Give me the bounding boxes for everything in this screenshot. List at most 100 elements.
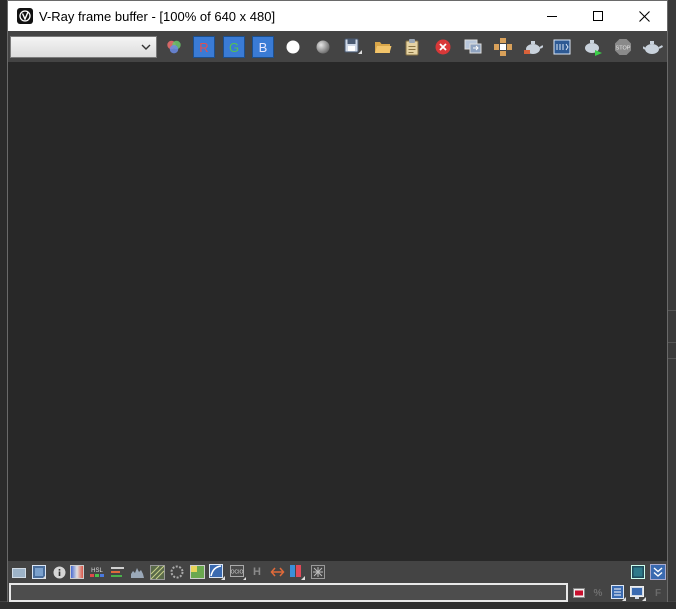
color-correction-button[interactable] xyxy=(163,36,185,58)
duplicate-to-mtl-editor-icon xyxy=(405,39,419,56)
title-bar[interactable]: V-Ray frame buffer - [100% of 640 x 480] xyxy=(8,1,667,31)
view-green-channel-button[interactable]: G xyxy=(223,36,245,58)
image-info-icon xyxy=(31,564,46,579)
f-icon: F xyxy=(654,587,662,599)
desktop-edge-right xyxy=(668,0,676,609)
view-green-channel-icon: G xyxy=(228,39,240,55)
minimize-button[interactable] xyxy=(529,1,575,31)
color-curve-button[interactable] xyxy=(209,564,225,580)
pixel-info-button[interactable] xyxy=(310,564,326,580)
percent-button[interactable]: % xyxy=(590,585,606,601)
region-render-button[interactable] xyxy=(492,36,514,58)
flag-button[interactable] xyxy=(571,585,587,601)
stop-render-icon: STOP xyxy=(615,39,631,55)
window-title: V-Ray frame buffer - [100% of 640 x 480] xyxy=(39,8,276,24)
svg-text:OCIO: OCIO xyxy=(231,570,244,576)
ocio-icon: OCIO xyxy=(230,565,246,580)
expand-icon xyxy=(653,567,663,577)
list-button[interactable] xyxy=(610,585,626,601)
h-button[interactable]: H xyxy=(249,564,265,580)
expand-button[interactable] xyxy=(650,564,666,580)
view-red-channel-icon: R xyxy=(199,39,209,55)
monochrome-icon xyxy=(316,40,330,54)
color-correction-icon xyxy=(167,40,181,54)
color-levels-button[interactable] xyxy=(69,564,85,580)
curves-icon xyxy=(110,567,124,577)
chevron-down-icon xyxy=(141,44,151,50)
desktop-edge-bottom xyxy=(0,601,676,609)
duplicate-to-mtl-editor-button[interactable] xyxy=(401,36,423,58)
hsl-icon: HSL xyxy=(90,568,104,577)
minimize-icon xyxy=(547,16,557,17)
curves-button[interactable] xyxy=(109,564,125,580)
monitor-button[interactable] xyxy=(630,585,646,601)
lut-icon xyxy=(189,565,205,579)
maximize-button[interactable] xyxy=(575,1,621,31)
close-button[interactable] xyxy=(621,1,667,31)
open-folder-button[interactable] xyxy=(11,564,27,580)
white-balance-icon xyxy=(170,565,184,579)
vfb-window: V-Ray frame buffer - [100% of 640 x 480] xyxy=(7,0,668,602)
histogram-button[interactable] xyxy=(129,564,145,580)
compare-ab-icon xyxy=(270,567,284,577)
clear-image-button[interactable] xyxy=(432,36,454,58)
list-icon xyxy=(610,585,626,601)
histogram-icon xyxy=(130,568,144,578)
show-vfb-history-button[interactable] xyxy=(551,36,573,58)
exposure-icon xyxy=(149,564,165,580)
lut-button[interactable] xyxy=(189,564,205,580)
h-icon: H xyxy=(253,566,261,578)
image-info-button[interactable] xyxy=(31,564,47,580)
alpha-channel-button[interactable] xyxy=(282,36,304,58)
vray-logo-icon xyxy=(17,8,33,24)
render-button[interactable] xyxy=(642,36,664,58)
show-vfb-history-icon xyxy=(553,39,571,55)
show-panel-icon xyxy=(631,565,645,579)
open-folder-icon xyxy=(12,568,26,578)
render-channel-value xyxy=(11,41,14,53)
bottom-toolbar: HSL OCIO H xyxy=(8,561,667,583)
white-balance-button[interactable] xyxy=(169,564,185,580)
f-button[interactable]: F xyxy=(650,585,666,601)
link-to-vfb-icon xyxy=(464,39,482,54)
flag-icon xyxy=(573,588,585,598)
render-icon xyxy=(643,41,663,54)
hsl-button[interactable]: HSL xyxy=(89,564,105,580)
link-to-vfb-button[interactable] xyxy=(462,36,484,58)
main-toolbar: R G B STOP xyxy=(8,31,667,62)
show-panel-button[interactable] xyxy=(630,564,646,580)
compare-ab-button[interactable] xyxy=(269,564,285,580)
render-channel-select[interactable] xyxy=(10,36,157,58)
interactive-render-button[interactable] xyxy=(582,36,604,58)
split-view-button[interactable] xyxy=(289,564,305,580)
close-icon xyxy=(638,10,650,22)
color-curve-icon xyxy=(209,564,225,580)
info-icon xyxy=(53,566,65,578)
svg-text:HSL: HSL xyxy=(91,568,103,574)
save-image-button[interactable] xyxy=(342,36,364,58)
pixel-info-icon xyxy=(311,565,325,579)
monitor-icon xyxy=(630,586,646,601)
interactive-render-icon xyxy=(585,40,602,56)
save-image-icon xyxy=(344,38,362,54)
region-render-icon xyxy=(494,38,512,56)
view-red-channel-button[interactable]: R xyxy=(193,36,215,58)
render-viewport[interactable] xyxy=(8,62,667,561)
exposure-button[interactable] xyxy=(149,564,165,580)
maximize-icon xyxy=(593,11,603,21)
stop-render-button[interactable]: STOP xyxy=(612,36,634,58)
alpha-channel-icon xyxy=(286,40,300,54)
render-last-icon xyxy=(524,41,543,54)
load-image-icon xyxy=(375,42,392,53)
clear-image-icon xyxy=(435,39,451,55)
ocio-button[interactable]: OCIO xyxy=(230,564,246,580)
monochrome-button[interactable] xyxy=(312,36,334,58)
percent-icon: % xyxy=(593,587,603,599)
status-bar: % F xyxy=(8,583,667,602)
render-last-button[interactable] xyxy=(522,36,544,58)
view-blue-channel-button[interactable]: B xyxy=(252,36,274,58)
split-view-icon xyxy=(290,565,305,580)
load-image-button[interactable] xyxy=(372,36,394,58)
info-button[interactable] xyxy=(51,564,67,580)
view-blue-channel-icon: B xyxy=(258,39,268,55)
